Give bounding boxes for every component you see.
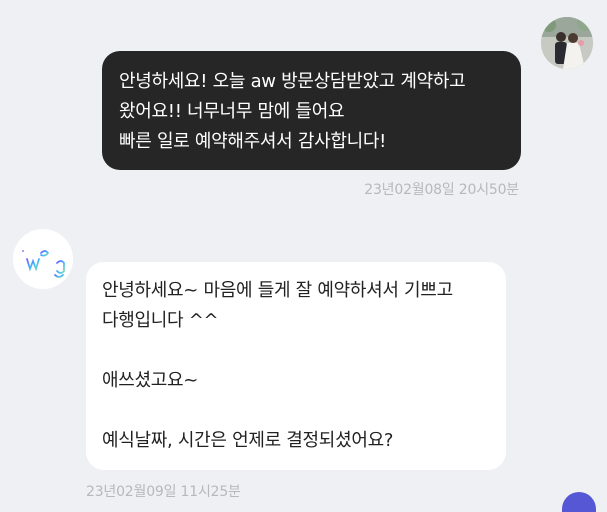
message-line: 왔어요!! 너무너무 맘에 들어요	[119, 101, 345, 122]
incoming-timestamp: 23년02월09일 11시25분	[86, 484, 241, 500]
user-avatar[interactable]	[541, 17, 593, 69]
outgoing-message-bubble[interactable]: 안녕하세요! 오늘 aw 방문상담받았고 계약하고 왔어요!! 너무너무 맘에 …	[102, 51, 521, 170]
message-line: 다행입니다 ^^	[102, 310, 219, 331]
message-line: 예식날짜, 시간은 언제로 결정되셨어요?	[102, 430, 394, 451]
outgoing-timestamp: 23년02월08일 20시50분	[364, 182, 519, 198]
couple-photo-icon	[541, 17, 593, 69]
jwedding-logo-icon	[13, 229, 73, 289]
message-line: 빠른 일로 예약해주셔서 감사합니다!	[119, 131, 387, 152]
chat-thread: 안녕하세요! 오늘 aw 방문상담받았고 계약하고 왔어요!! 너무너무 맘에 …	[0, 0, 607, 512]
message-line: 안녕하세요~ 마음에 들게 잘 예약하셔서 기쁘고	[102, 280, 453, 301]
shop-avatar[interactable]	[13, 229, 73, 289]
incoming-message-bubble[interactable]: 안녕하세요~ 마음에 들게 잘 예약하셔서 기쁘고 다행입니다 ^^ 애쓰셨고요…	[86, 262, 506, 470]
message-line: 안녕하세요! 오늘 aw 방문상담받았고 계약하고	[119, 71, 466, 92]
message-line: 애쓰셨고요~	[102, 370, 199, 391]
next-avatar-partial	[562, 492, 596, 512]
